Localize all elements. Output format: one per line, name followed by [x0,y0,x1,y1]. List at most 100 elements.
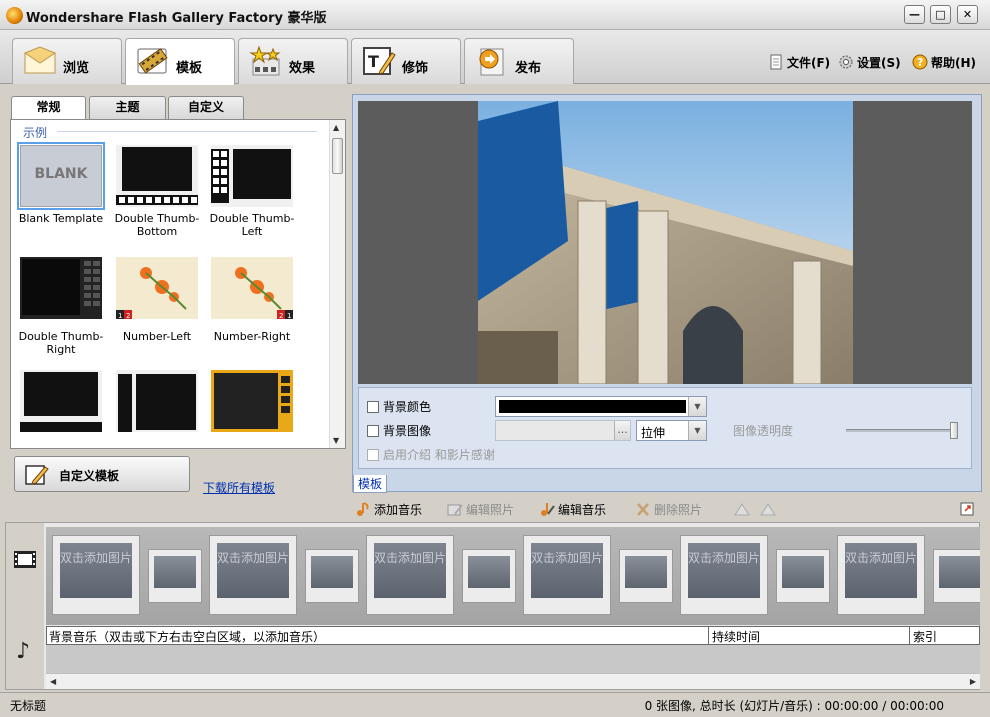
tab-decorate[interactable]: T 修饰 [351,38,461,84]
tab-browse[interactable]: 浏览 [12,38,122,84]
bg-color-picker[interactable]: ▼ [495,396,707,417]
bg-image-option[interactable]: 背景图像 [367,422,431,439]
text-pencil-icon: T [363,47,396,75]
preview-area [358,101,972,384]
close-button[interactable]: ✕ [957,5,978,24]
template-list-scrollbar[interactable]: ▲ ▼ [329,120,345,448]
scroll-up-icon[interactable]: ▲ [333,123,339,132]
bg-image-checkbox[interactable] [367,425,379,437]
template-double-thumb-bottom[interactable]: Double Thumb-Bottom [111,138,203,248]
flower-photo-thumbnail: 1 2 [116,257,198,319]
film-template-icon [137,48,168,74]
publish-icon [479,48,504,76]
stretch-mode-value: 拉伸 [641,426,666,440]
photo-slot[interactable]: 双击添加图片 [366,535,454,615]
intro-credits-checkbox [367,449,379,461]
duration-status: 0 张图像, 总时长 (幻灯片/音乐) : 00:00:00 / 00:00:0… [644,699,944,713]
project-title-status: 无标题 [10,699,47,713]
template-name: Double Thumb-Bottom [114,212,200,238]
chevron-down-icon[interactable]: ▼ [688,397,706,416]
template-blank[interactable]: BLANK Blank Template [15,138,107,248]
template-name: Blank Template [18,212,104,225]
blank-thumbnail: BLANK [17,142,105,210]
download-all-templates-link[interactable]: 下载所有模板 [203,479,275,496]
transition-slot[interactable] [148,549,202,603]
expand-icon[interactable] [960,502,974,516]
template-item[interactable] [111,363,203,448]
intro-credits-label: 启用介绍 和影片感谢 [383,448,495,462]
tab-template[interactable]: 模板 [125,38,235,85]
template-item[interactable] [15,363,107,448]
intro-credits-option: 启用介绍 和影片感谢 [367,446,495,463]
template-double-thumb-left[interactable]: Double Thumb-Left [206,138,298,248]
music-track[interactable] [46,645,980,673]
template-item[interactable] [206,363,298,448]
preview-photo [478,101,853,384]
tab-decorate-label: 修饰 [402,61,429,76]
svg-text:1: 1 [118,312,122,319]
browse-button: ... [614,421,630,440]
flower-photo-thumbnail: 2 1 [211,257,293,319]
help-menu-label: 帮助(H) [931,56,977,70]
transition-slot[interactable] [933,549,980,603]
template-thumbnail [116,370,198,432]
scroll-down-icon[interactable]: ▼ [333,436,339,445]
transition-slot[interactable] [619,549,673,603]
custom-template-button[interactable]: 自定义模板 [14,456,190,492]
tab-effects[interactable]: 效果 [238,38,348,84]
double-thumb-bottom-thumbnail [116,145,198,207]
photo-track[interactable]: 双击添加图片 双击添加图片 双击添加图片 双击添加图片 双击添加图片 双击添加图… [46,527,980,625]
photo-slot[interactable]: 双击添加图片 [837,535,925,615]
tab-publish[interactable]: 发布 [464,38,574,84]
scroll-left-icon[interactable]: ◀ [50,677,56,686]
rotate-left-icon [734,503,750,516]
chevron-down-icon: ▼ [688,421,706,440]
transition-slot[interactable] [776,549,830,603]
add-music-button[interactable]: 添加音乐 [355,501,422,518]
file-menu[interactable]: 文件(F) [768,54,830,71]
settings-menu[interactable]: 设置(S) [838,54,901,71]
tab-browse-label: 浏览 [63,61,90,76]
help-menu[interactable]: ? 帮助(H) [912,54,976,71]
maximize-button[interactable]: □ [930,5,951,24]
photo-slot[interactable]: 双击添加图片 [680,535,768,615]
transition-slot[interactable] [305,549,359,603]
minimize-button[interactable]: — [904,5,925,24]
template-name: Double Thumb-Left [209,212,295,238]
template-thumbnail [20,370,102,432]
svg-text:2: 2 [279,312,283,319]
tab-template-panel[interactable]: 模板 [353,475,387,493]
edit-music-button[interactable]: 编辑音乐 [539,501,606,518]
section-divider [57,131,317,132]
scroll-thumb[interactable] [332,138,343,174]
transition-slot[interactable] [462,549,516,603]
bg-color-checkbox[interactable] [367,401,379,413]
subtab-theme[interactable]: 主题 [89,96,166,119]
template-panel: 常规 主题 自定义 示例 BLANK Blank Template Double… [5,90,350,495]
template-preview-panel: 背景颜色 ▼ 背景图像 ... 拉伸 ▼ 图像透明度 启用介绍 和影片感谢 模板 [352,94,982,493]
main-tab-bar: 浏览 模板 效果 T 修饰 发布 文件(F) 设置(S) ? 帮助(H) [0,30,990,85]
subtab-general[interactable]: 常规 [11,96,86,120]
timeline-horizontal-scrollbar[interactable]: ◀ ▶ [46,673,980,689]
edit-photo-label: 编辑照片 [466,503,515,517]
file-menu-label: 文件(F) [787,56,831,70]
template-double-thumb-right[interactable]: Double Thumb-Right [15,250,107,360]
rotate-right-icon [760,503,776,516]
document-icon [770,54,782,70]
duration-column-header: 持续时间 [712,630,761,644]
template-number-right[interactable]: 2 1 Number-Right [206,250,298,360]
bg-color-option[interactable]: 背景颜色 [367,398,431,415]
photo-slot[interactable]: 双击添加图片 [209,535,297,615]
timeline-toolbar: 添加音乐 编辑照片 编辑音乐 删除照片 [5,497,980,520]
photo-slot[interactable]: 双击添加图片 [52,535,140,615]
stars-effect-icon [249,45,281,76]
status-bar: 无标题 0 张图像, 总时长 (幻灯片/音乐) : 00:00:00 / 00:… [0,692,990,717]
envelope-icon [23,46,57,74]
template-number-left[interactable]: 1 2 Number-Left [111,250,203,360]
svg-text:T: T [368,52,379,71]
delete-photo-button: 删除照片 [635,501,702,518]
photo-edit-icon [447,504,463,516]
subtab-custom[interactable]: 自定义 [168,96,244,119]
scroll-right-icon[interactable]: ▶ [970,677,976,686]
photo-slot[interactable]: 双击添加图片 [523,535,611,615]
